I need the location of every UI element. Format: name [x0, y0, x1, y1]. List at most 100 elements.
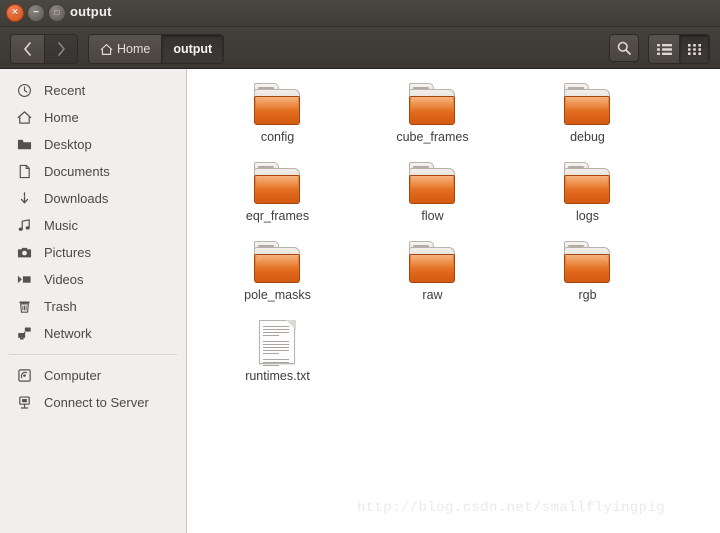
file-item-config[interactable]: config [200, 77, 355, 144]
sidebar-item-desktop[interactable]: Desktop [0, 131, 186, 158]
sidebar-item-home[interactable]: Home [0, 104, 186, 131]
file-item-debug[interactable]: debug [510, 77, 665, 144]
back-button[interactable] [11, 35, 44, 63]
window-controls: × − □ [6, 4, 66, 22]
file-item-pole-masks[interactable]: pole_masks [200, 235, 355, 302]
file-label: cube_frames [396, 130, 469, 144]
file-label: logs [576, 209, 599, 223]
home-icon [16, 109, 33, 126]
file-item-raw[interactable]: raw [355, 235, 510, 302]
sidebar-item-music[interactable]: Music [0, 212, 186, 239]
sidebar-item-recent[interactable]: Recent [0, 77, 186, 104]
file-item-logs[interactable]: logs [510, 156, 665, 223]
file-label: config [260, 130, 295, 144]
folder-icon [16, 136, 33, 153]
sidebar-item-downloads[interactable]: Downloads [0, 185, 186, 212]
document-icon [16, 163, 33, 180]
breadcrumb-label: Home [117, 42, 151, 56]
sidebar-item-label: Home [44, 110, 79, 125]
sidebar-item-pictures[interactable]: Pictures [0, 239, 186, 266]
breadcrumb-label: output [173, 42, 213, 56]
file-manager-window: × − □ output Home output Recent Home Des… [0, 0, 720, 533]
folder-icon [563, 241, 612, 284]
connect-server-icon [16, 394, 33, 411]
file-item-flow[interactable]: flow [355, 156, 510, 223]
search-button[interactable] [609, 34, 639, 62]
toolbar: Home output [0, 27, 720, 69]
folder-icon [253, 241, 302, 284]
sidebar-item-label: Computer [44, 368, 102, 383]
grid-view-icon [687, 43, 701, 55]
sidebar-item-label: Music [44, 218, 78, 233]
view-toggle-group [648, 34, 710, 64]
sidebar-item-trash[interactable]: Trash [0, 293, 186, 320]
folder-icon [408, 162, 457, 205]
close-button[interactable]: × [6, 4, 24, 22]
sidebar: Recent Home Desktop Documents Downloads … [0, 69, 187, 533]
file-item-runtimes-txt[interactable]: runtimes.txt [200, 314, 355, 383]
watermark-text: http://blog.csdn.net/smallflyingpig [357, 500, 666, 516]
download-arrow-icon [16, 190, 33, 207]
clock-icon [16, 82, 33, 99]
list-view-button[interactable] [649, 35, 679, 63]
sidebar-item-computer[interactable]: Computer [0, 362, 186, 389]
search-icon [617, 41, 631, 55]
music-note-icon [16, 217, 33, 234]
toolbar-right-buttons [609, 34, 710, 64]
folder-icon [563, 162, 612, 205]
sidebar-item-network[interactable]: Network [0, 320, 186, 347]
folder-icon [408, 83, 457, 126]
sidebar-item-label: Pictures [44, 245, 91, 260]
file-item-rgb[interactable]: rgb [510, 235, 665, 302]
trash-icon [16, 298, 33, 315]
file-label: eqr_frames [245, 209, 310, 223]
sidebar-divider [9, 354, 177, 355]
file-item-eqr-frames[interactable]: eqr_frames [200, 156, 355, 223]
sidebar-item-label: Downloads [44, 191, 109, 206]
folder-icon [253, 83, 302, 126]
folder-icon [563, 83, 612, 126]
folder-icon [253, 162, 302, 205]
folder-icon [408, 241, 457, 284]
computer-icon [16, 367, 33, 384]
sidebar-item-connect-to-server[interactable]: Connect to Server [0, 389, 186, 416]
window-body: Recent Home Desktop Documents Downloads … [0, 69, 720, 533]
file-label: flow [421, 209, 444, 223]
sidebar-item-label: Documents [44, 164, 110, 179]
title-bar: × − □ output [0, 0, 720, 27]
text-file-icon [259, 320, 296, 366]
sidebar-item-label: Network [44, 326, 92, 341]
maximize-button[interactable]: □ [48, 4, 66, 22]
sidebar-item-label: Connect to Server [44, 395, 149, 410]
close-icon: × [12, 6, 18, 18]
video-icon [16, 271, 33, 288]
file-grid: config cube_frames debug eqr_frames flow… [200, 69, 720, 383]
file-label: rgb [578, 288, 597, 302]
chevron-right-icon [57, 42, 65, 56]
file-label: pole_masks [244, 288, 311, 302]
network-icon [16, 325, 33, 342]
camera-icon [16, 244, 33, 261]
sidebar-item-label: Desktop [44, 137, 92, 152]
maximize-icon: □ [54, 7, 60, 17]
sidebar-item-videos[interactable]: Videos [0, 266, 186, 293]
home-icon [100, 43, 113, 55]
list-view-icon [656, 43, 672, 55]
file-item-cube-frames[interactable]: cube_frames [355, 77, 510, 144]
sidebar-item-label: Trash [44, 299, 77, 314]
breadcrumb-item-home[interactable]: Home [89, 35, 162, 63]
sidebar-item-label: Recent [44, 83, 86, 98]
file-label: runtimes.txt [245, 369, 310, 383]
forward-button[interactable] [44, 35, 77, 63]
sidebar-item-documents[interactable]: Documents [0, 158, 186, 185]
file-label: raw [422, 288, 443, 302]
file-list-view[interactable]: config cube_frames debug eqr_frames flow… [188, 69, 720, 533]
window-title: output [70, 4, 112, 19]
minimize-button[interactable]: − [27, 4, 45, 22]
sidebar-item-label: Videos [44, 272, 84, 287]
breadcrumb: Home output [88, 34, 225, 64]
chevron-left-icon [24, 42, 31, 56]
grid-view-button[interactable] [679, 35, 709, 63]
breadcrumb-item-output[interactable]: output [161, 35, 224, 63]
minimize-icon: − [33, 6, 39, 18]
